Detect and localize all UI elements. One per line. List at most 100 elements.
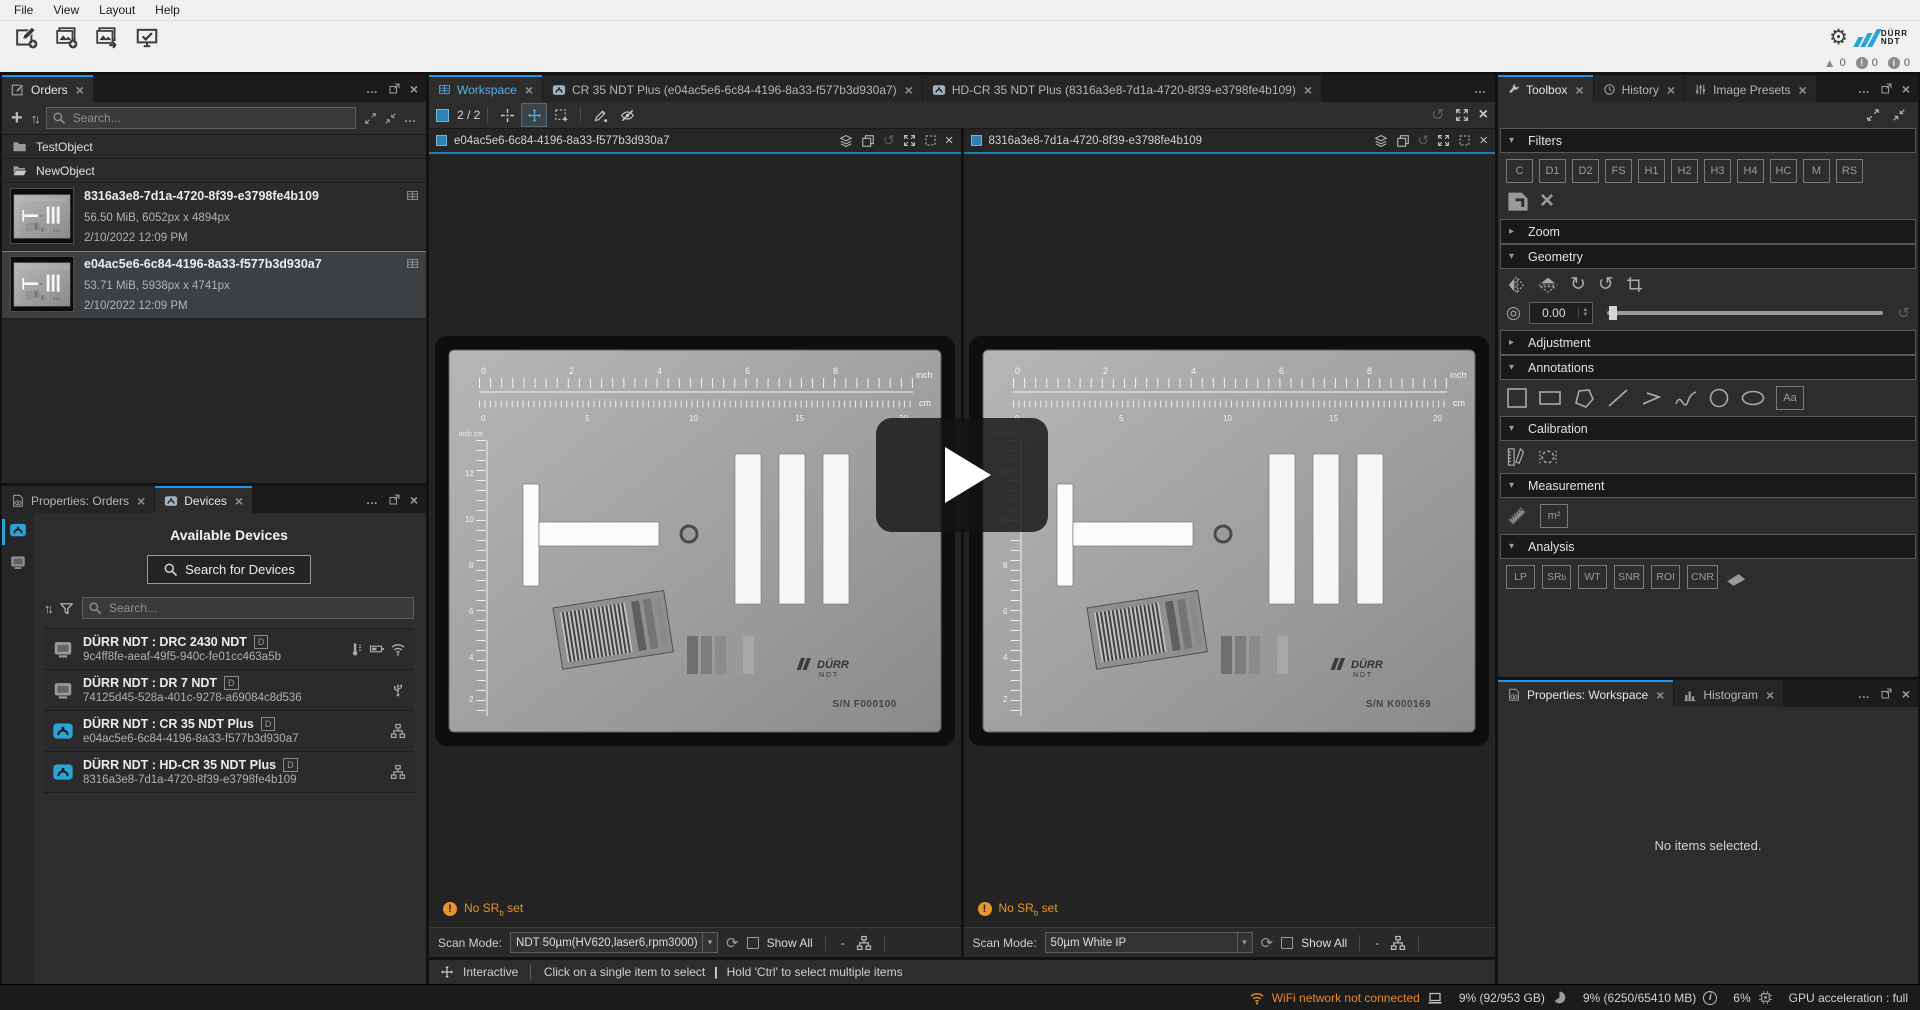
close-icon[interactable]: ×	[1479, 106, 1488, 124]
flip-vertical-icon[interactable]	[1538, 276, 1558, 294]
remove-button[interactable]: -	[1372, 936, 1382, 950]
flip-horizontal-icon[interactable]	[1506, 276, 1526, 294]
rotate-icon[interactable]: ↺	[1418, 132, 1430, 149]
filter-h1-button[interactable]: H1	[1638, 159, 1665, 183]
popout-icon[interactable]	[1880, 687, 1893, 700]
filter-h4-button[interactable]: H4	[1737, 159, 1764, 183]
filter-hc-button[interactable]: HC	[1770, 159, 1797, 183]
close-icon[interactable]: ×	[1902, 686, 1910, 702]
clear-filter-icon[interactable]: ×	[1536, 189, 1558, 213]
tab-properties-orders[interactable]: Properties: Orders ×	[2, 486, 154, 513]
srb-analysis-button[interactable]: SRb	[1542, 565, 1571, 589]
section-geometry[interactable]: ▾Geometry	[1500, 244, 1916, 269]
collapse-all-icon[interactable]	[1892, 108, 1906, 122]
filter-h3-button[interactable]: H3	[1704, 159, 1731, 183]
crosshair-tool-button[interactable]	[495, 104, 519, 126]
rotate-ccw-icon[interactable]: ↺	[1598, 275, 1614, 294]
custom-filter-icon[interactable]	[1506, 189, 1530, 213]
layers-icon[interactable]	[1374, 134, 1388, 148]
ruler-measure-icon[interactable]	[1506, 505, 1528, 527]
close-icon[interactable]: ×	[1798, 83, 1806, 97]
video-play-button[interactable]	[876, 418, 1048, 532]
orders-search-input[interactable]	[46, 107, 356, 129]
tab-histogram[interactable]: Histogram ×	[1674, 680, 1783, 707]
acquire-button[interactable]	[132, 25, 162, 51]
square-annotation-icon[interactable]	[1506, 387, 1528, 409]
cnr-analysis-button[interactable]: CNR	[1687, 565, 1718, 589]
rotate-icon[interactable]: ↺	[1431, 105, 1444, 125]
circle-calibration-icon[interactable]	[1538, 447, 1558, 467]
menu-view[interactable]: View	[43, 1, 89, 19]
popout-icon[interactable]	[388, 82, 401, 95]
filter-c-button[interactable]: C	[1506, 159, 1533, 183]
tab-properties-workspace[interactable]: Properties: Workspace ×	[1498, 680, 1673, 707]
close-icon[interactable]: ×	[1667, 83, 1675, 97]
close-icon[interactable]: ×	[1656, 688, 1664, 702]
select-tool-button[interactable]	[549, 104, 573, 126]
more-icon[interactable]: …	[1858, 82, 1871, 96]
maximize-icon[interactable]	[903, 134, 916, 147]
show-all-checkbox[interactable]	[1281, 937, 1293, 949]
snr-analysis-button[interactable]: SNR	[1614, 565, 1644, 589]
search-for-devices-button[interactable]: Search for Devices	[147, 555, 311, 584]
sort-icon[interactable]: ↑↓	[44, 601, 51, 616]
new-order-button[interactable]	[12, 25, 42, 51]
scanner-devices-icon[interactable]	[9, 521, 27, 539]
close-icon[interactable]: ×	[1766, 688, 1774, 702]
polyline-annotation-icon[interactable]	[1640, 387, 1664, 409]
spinner-arrows[interactable]: ▲▼	[1578, 308, 1592, 318]
section-zoom[interactable]: ▸Zoom	[1500, 219, 1916, 244]
filter-m-button[interactable]: M	[1803, 159, 1830, 183]
move-tool-button[interactable]	[522, 104, 546, 126]
info-counter[interactable]: i0	[1888, 57, 1910, 69]
collapse-icon[interactable]	[384, 112, 397, 125]
import-image-button[interactable]	[52, 25, 82, 51]
tab-orders[interactable]: Orders ×	[2, 75, 93, 102]
expand-icon[interactable]	[364, 112, 377, 125]
device-row-cr35[interactable]: DÜRR NDT : CR 35 NDT PlusD e04ac5e6-6c84…	[44, 711, 414, 752]
sort-icon[interactable]: ↑↓	[31, 111, 38, 126]
reset-icon[interactable]: ↺	[1897, 304, 1910, 322]
close-icon[interactable]: ×	[905, 83, 913, 97]
scan-mode-select[interactable]: NDT 50µm(HV620,laser6,rpm3000) ▾	[510, 932, 718, 953]
more-icon[interactable]: …	[1474, 82, 1487, 96]
section-measurement[interactable]: ▾Measurement	[1500, 473, 1916, 498]
pen-ruler-calibration-icon[interactable]	[1506, 447, 1526, 467]
warning-counter[interactable]: ▲0	[1824, 57, 1846, 69]
maximize-icon[interactable]	[1455, 108, 1469, 122]
line-annotation-icon[interactable]	[1606, 387, 1630, 409]
filter-rs-button[interactable]: RS	[1836, 159, 1863, 183]
maximize-icon[interactable]	[1437, 134, 1450, 147]
close-icon[interactable]: ×	[525, 83, 533, 97]
filter-fs-button[interactable]: FS	[1605, 159, 1632, 183]
more-icon[interactable]: …	[1858, 687, 1871, 701]
popout-icon[interactable]	[388, 493, 401, 506]
lp-analysis-button[interactable]: LP	[1506, 565, 1535, 589]
rotate-icon[interactable]: ↺	[883, 132, 895, 149]
close-icon[interactable]: ×	[410, 492, 418, 508]
more-icon[interactable]: …	[366, 82, 379, 96]
add-order-icon[interactable]: +	[11, 108, 23, 128]
close-icon[interactable]: ×	[76, 83, 84, 97]
show-all-checkbox[interactable]	[747, 937, 759, 949]
network-icon[interactable]	[856, 935, 872, 951]
filter-d2-button[interactable]: D2	[1572, 159, 1599, 183]
filter-funnel-icon[interactable]	[59, 601, 74, 616]
order-item[interactable]: 8316a3e8-7d1a-4720-8f39-e3798fe4b109 56.…	[2, 183, 426, 251]
tab-image-presets[interactable]: Image Presets ×	[1685, 75, 1816, 102]
flat-panel-devices-icon[interactable]	[9, 553, 27, 571]
folder-testobject[interactable]: TestObject	[2, 135, 426, 159]
device-row-dr7[interactable]: DÜRR NDT : DR 7 NDTD 74125d45-528a-401c-…	[44, 670, 414, 711]
device-row-hdcr35[interactable]: DÜRR NDT : HD-CR 35 NDT PlusD 8316a3e8-7…	[44, 752, 414, 793]
frame-icon[interactable]	[924, 134, 937, 147]
section-analysis[interactable]: ▾Analysis	[1500, 534, 1916, 559]
filter-d1-button[interactable]: D1	[1539, 159, 1566, 183]
annotate-tool-button[interactable]	[588, 104, 612, 126]
menu-help[interactable]: Help	[145, 1, 190, 19]
tab-devices[interactable]: Devices ×	[155, 486, 252, 513]
image-stack-icon[interactable]	[861, 134, 875, 148]
folder-newobject[interactable]: NewObject	[2, 159, 426, 183]
circle-annotation-icon[interactable]	[1708, 387, 1730, 409]
ellipse-annotation-icon[interactable]	[1740, 387, 1766, 409]
rotate-angle-icon[interactable]: ◎	[1506, 303, 1521, 323]
